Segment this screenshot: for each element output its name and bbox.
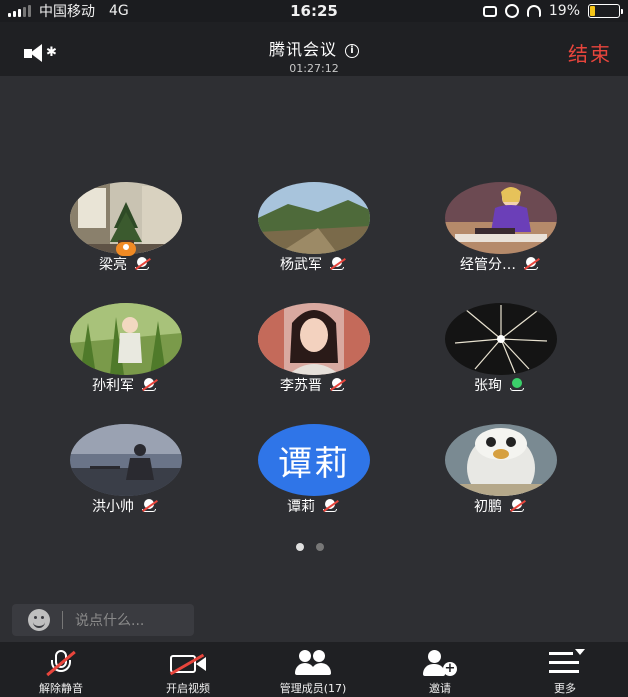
avatar (445, 303, 557, 375)
page-dot[interactable] (316, 543, 324, 551)
mic-muted-icon (321, 499, 341, 513)
participant-name: 张珣 (474, 378, 502, 394)
meeting-timer: 01:27:12 (289, 62, 339, 75)
mic-muted-icon (133, 257, 153, 271)
participant-name: 谭莉 (287, 499, 315, 515)
divider (62, 611, 63, 629)
carrier-name: 中国移动 (39, 4, 95, 20)
mic-muted-icon (140, 499, 160, 513)
battery-icon (588, 4, 623, 18)
battery-level (590, 6, 596, 16)
unmute-label: 解除静音 (39, 682, 83, 695)
end-meeting-button[interactable]: 结束 (568, 38, 612, 67)
signal-icon (8, 5, 31, 17)
participant-tile[interactable]: 孙利军 (46, 303, 206, 413)
headphones-icon (526, 5, 541, 17)
mic-muted-icon (328, 257, 348, 271)
mic-muted-icon (140, 378, 160, 392)
more-label: 更多 (554, 682, 576, 695)
participant-tile[interactable]: 谭莉 谭莉 (234, 424, 394, 534)
avatar (258, 182, 370, 254)
participant-tile[interactable]: 洪小帅 (46, 424, 206, 534)
bottom-toolbar: 解除静音 开启视频 管理成员(17) + 邀请 更多 (0, 642, 628, 697)
lock-rotation-icon (482, 5, 497, 17)
video-off-icon (168, 648, 208, 680)
participant-name: 初鹏 (474, 499, 502, 515)
participant-name: 李苏晋 (280, 378, 322, 394)
more-button[interactable]: 更多 (510, 642, 620, 697)
invite-button[interactable]: + 邀请 (385, 642, 495, 697)
avatar (258, 303, 370, 375)
chat-input[interactable]: 说点什么... (75, 610, 144, 630)
meeting-title[interactable]: 腾讯会议 (269, 40, 337, 59)
start-video-button[interactable]: 开启视频 (133, 642, 243, 697)
participant-tile[interactable]: 李苏晋 (234, 303, 394, 413)
info-icon[interactable]: i (345, 44, 359, 58)
mic-on-icon (508, 378, 528, 392)
start-video-label: 开启视频 (166, 682, 210, 695)
participant-name: 孙利军 (92, 378, 134, 394)
mic-muted-icon (522, 257, 542, 271)
participant-name: 梁亮 (99, 257, 127, 273)
more-menu-icon (545, 648, 585, 680)
meeting-header: ✱ 腾讯会议 i 01:27:12 结束 (0, 22, 628, 76)
participant-name: 洪小帅 (92, 499, 134, 515)
avatar (445, 182, 557, 254)
battery-percent: 19% (548, 3, 580, 19)
emoji-icon[interactable] (28, 609, 50, 631)
mic-muted-icon (328, 378, 348, 392)
network-type: 4G (109, 3, 129, 19)
invite-label: 邀请 (429, 682, 451, 695)
avatar (70, 303, 182, 375)
avatar (445, 424, 557, 496)
mic-muted-icon (41, 648, 81, 680)
add-user-icon: + (420, 648, 460, 680)
participant-tile[interactable]: 梁亮 (46, 182, 206, 292)
participant-tile[interactable]: 经管分… (421, 182, 581, 292)
participant-name: 杨武军 (280, 257, 322, 273)
chat-input-box[interactable]: 说点什么... (12, 604, 194, 636)
page-dot-active[interactable] (296, 543, 304, 551)
members-icon (293, 648, 333, 680)
participant-tile[interactable]: 杨武军 (234, 182, 394, 292)
participant-tile[interactable]: 初鹏 (421, 424, 581, 534)
page-indicator (296, 543, 324, 551)
status-bar: 中国移动 4G 16:25 19% (0, 0, 628, 22)
avatar (70, 424, 182, 496)
avatar-text: 谭莉 (258, 424, 370, 496)
mic-muted-icon (508, 499, 528, 513)
manage-members-label: 管理成员(17) (279, 682, 347, 695)
participant-name: 经管分… (460, 257, 516, 273)
alarm-icon (504, 4, 519, 18)
manage-members-button[interactable]: 管理成员(17) (258, 642, 368, 697)
participant-tile[interactable]: 张珣 (421, 303, 581, 413)
unmute-button[interactable]: 解除静音 (6, 642, 116, 697)
